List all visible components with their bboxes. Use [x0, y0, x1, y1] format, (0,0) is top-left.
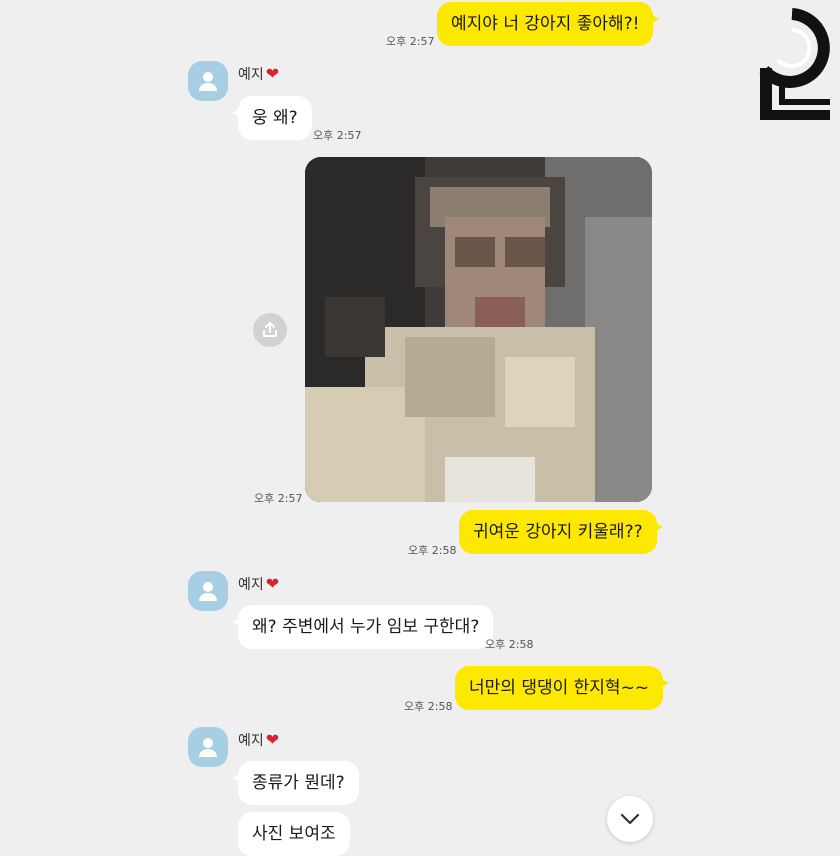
- chevron-down-icon: [620, 813, 640, 825]
- heart-icon: ❤: [265, 574, 280, 593]
- message-text: 사진 보여조: [252, 824, 336, 844]
- contact-avatar[interactable]: [188, 571, 228, 611]
- message-text: 예지야 너 강아지 좋아해?!: [451, 14, 640, 34]
- chat-area: 예지야 너 강아지 좋아해?! 오후 2:57 예지 ❤ 웅 왜? 오후 2:57: [0, 0, 840, 856]
- message-time: 오후 2:57: [313, 129, 362, 142]
- share-upload-icon: [263, 322, 277, 337]
- photo-message[interactable]: [305, 157, 652, 502]
- person-silhouette-icon: [199, 582, 217, 601]
- contact-avatar[interactable]: [188, 727, 228, 767]
- heart-icon: ❤: [265, 730, 280, 749]
- sender-name: 예지 ❤: [238, 64, 280, 83]
- contact-message-bubble[interactable]: 종류가 뭔데?: [232, 761, 359, 805]
- message-time: 오후 2:58: [404, 700, 453, 713]
- message-text: 너만의 댕댕이 한지혁~~: [469, 678, 650, 698]
- message-time: 오후 2:58: [408, 544, 457, 557]
- contact-avatar[interactable]: [188, 61, 228, 101]
- contact-message-bubble[interactable]: 사진 보여조: [238, 812, 350, 856]
- message-text: 왜? 주변에서 누가 임보 구한대?: [252, 617, 480, 637]
- my-message-bubble[interactable]: 너만의 댕댕이 한지혁~~: [455, 666, 670, 710]
- sender-name: 예지 ❤: [238, 574, 280, 593]
- contact-message-bubble[interactable]: 왜? 주변에서 누가 임보 구한대?: [231, 605, 494, 649]
- sender-name: 예지 ❤: [238, 730, 280, 749]
- contact-message-bubble[interactable]: 웅 왜?: [232, 96, 312, 140]
- my-message-bubble[interactable]: 귀여운 강아지 키울래??: [459, 510, 663, 554]
- blurred-photo: [305, 157, 652, 502]
- my-message-bubble[interactable]: 예지야 너 강아지 좋아해?!: [437, 2, 660, 46]
- message-time: 오후 2:57: [254, 492, 303, 505]
- person-silhouette-icon: [199, 72, 217, 91]
- message-time: 오후 2:58: [485, 638, 534, 651]
- heart-icon: ❤: [265, 64, 280, 83]
- person-silhouette-icon: [199, 738, 217, 757]
- share-button[interactable]: [253, 313, 287, 347]
- message-text: 웅 왜?: [252, 108, 298, 128]
- message-text: 종류가 뭔데?: [252, 773, 345, 793]
- scroll-to-bottom-button[interactable]: [607, 796, 653, 842]
- channel-logo: [759, 8, 830, 120]
- message-text: 귀여운 강아지 키울래??: [473, 522, 643, 542]
- message-time: 오후 2:57: [386, 35, 435, 48]
